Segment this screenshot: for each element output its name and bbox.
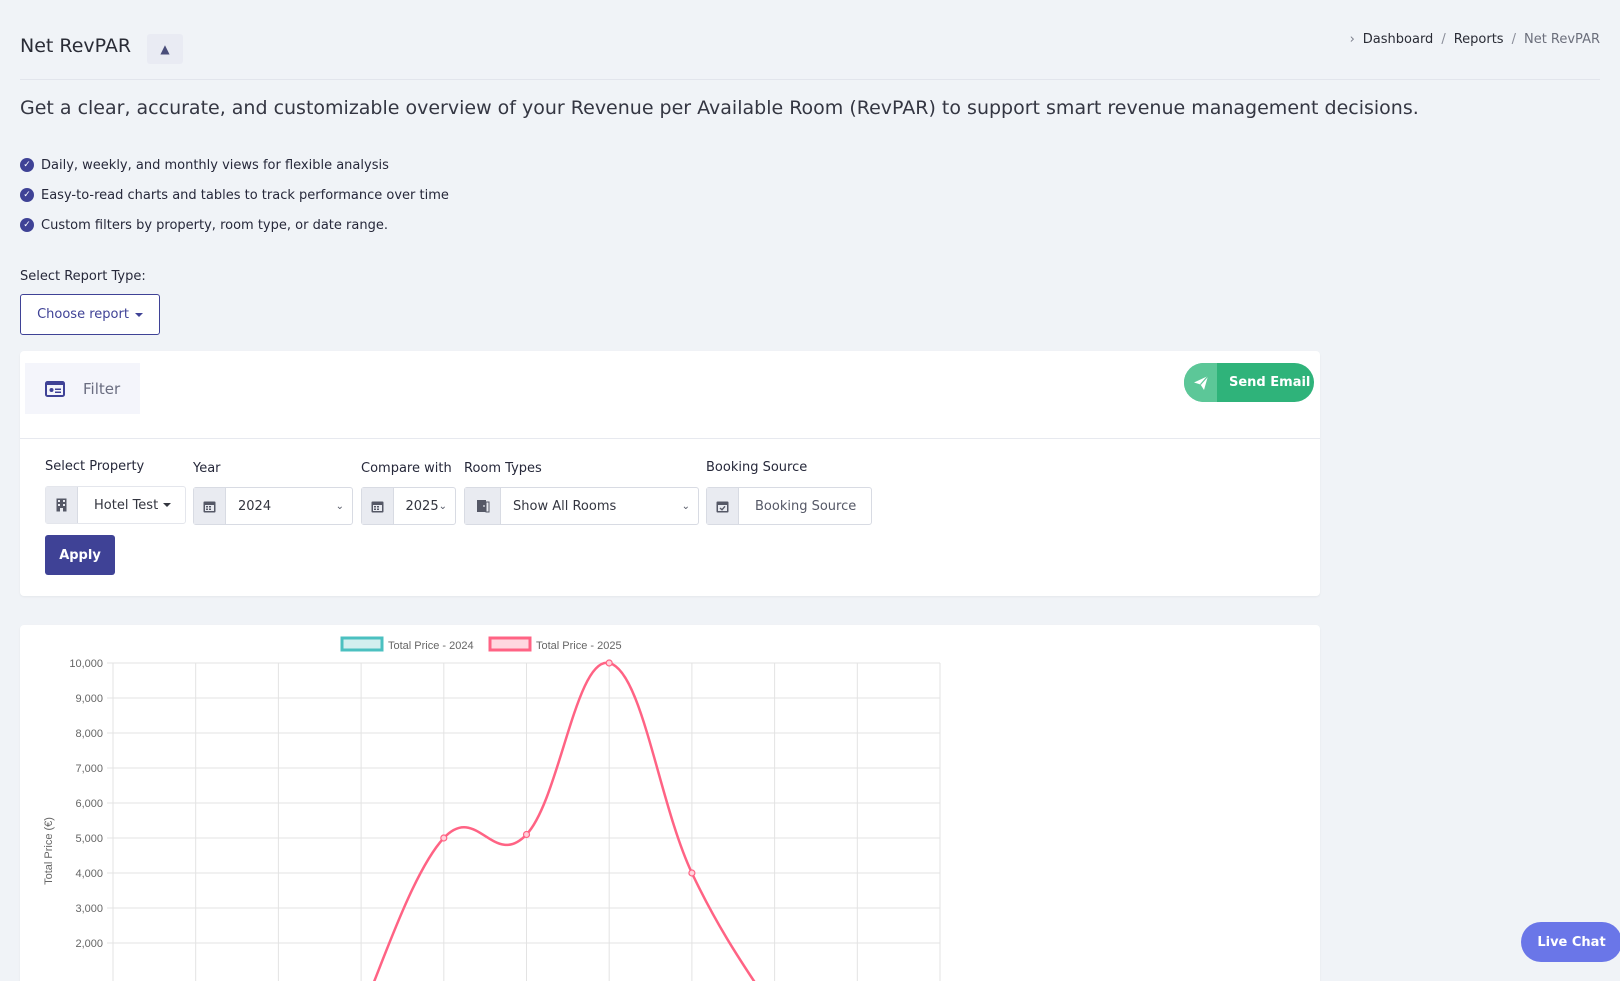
room-types-select[interactable]: Show All Rooms ⌄ (464, 487, 699, 525)
chart-grid (107, 662, 941, 981)
year-select[interactable]: 2024 ⌄ (193, 487, 353, 525)
compare-value: 2025 (405, 498, 439, 514)
caret-down-icon (163, 503, 172, 507)
feature-list: ✓ Daily, weekly, and monthly views for f… (20, 150, 449, 240)
calendar-icon (362, 488, 394, 524)
feature-text: Daily, weekly, and monthly views for fle… (41, 157, 389, 173)
card-divider (20, 438, 1320, 439)
data-point (522, 830, 531, 839)
legend-label: Total Price - 2025 (536, 640, 622, 652)
filter-tab-label: Filter (83, 379, 121, 398)
feature-item: ✓ Easy-to-read charts and tables to trac… (20, 180, 449, 210)
data-point (688, 869, 696, 877)
caret-down-icon (134, 312, 143, 317)
breadcrumb-dashboard[interactable]: Dashboard (1363, 32, 1434, 47)
report-type-label: Select Report Type: (20, 269, 146, 284)
chevron-down-icon: ⌄ (681, 500, 690, 512)
revpar-line-chart: 2,000 3,000 4,000 5,000 6,000 7,000 8,000 9,000… (43, 636, 941, 981)
chart-legend: Total Price - 2024 Total Price - 2025 (340, 636, 622, 652)
feature-text: Custom filters by property, room type, o… (41, 217, 388, 233)
door-icon (465, 488, 501, 524)
y-tick-label: 2,000 (75, 938, 103, 950)
id-card-icon (45, 380, 65, 397)
choose-report-button[interactable]: Choose report (20, 294, 160, 335)
feature-text: Easy-to-read charts and tables to track … (41, 187, 449, 203)
y-axis-label: Total Price (€) (43, 817, 55, 885)
y-tick-label: 4,000 (75, 868, 103, 880)
calendar-icon (194, 488, 226, 524)
legend-swatch (488, 636, 532, 652)
apply-button[interactable]: Apply (45, 535, 115, 575)
send-email-label: Send Email (1229, 375, 1311, 390)
property-select[interactable]: Hotel Test (45, 486, 186, 524)
breadcrumb: › Dashboard / Reports / Net RevPAR (1350, 32, 1600, 47)
breadcrumb-reports[interactable]: Reports (1454, 32, 1504, 47)
data-point (440, 834, 448, 842)
legend-swatch (340, 636, 384, 652)
compare-label: Compare with (361, 461, 452, 476)
chart-series (373, 659, 756, 981)
live-chat-button[interactable]: Live Chat (1521, 922, 1620, 962)
y-tick-label: 3,000 (75, 903, 103, 915)
check-circle-icon: ✓ (20, 218, 34, 232)
y-tick-label: 6,000 (75, 798, 103, 810)
building-icon (46, 487, 78, 523)
paper-plane-icon (1184, 363, 1217, 402)
booking-source-label: Booking Source (706, 460, 808, 475)
breadcrumb-separator: / (1511, 32, 1516, 47)
legend-label: Total Price - 2024 (388, 640, 474, 652)
calendar-check-icon (707, 488, 739, 524)
feature-item: ✓ Custom filters by property, room type,… (20, 210, 449, 240)
check-circle-icon: ✓ (20, 188, 34, 202)
property-value: Hotel Test (94, 497, 159, 513)
choose-report-label: Choose report (37, 307, 129, 322)
send-email-button[interactable]: Send Email (1184, 363, 1314, 402)
collapse-button[interactable]: ▲ (147, 34, 183, 64)
y-axis-ticks: 2,000 3,000 4,000 5,000 6,000 7,000 8,000 9,000… (69, 658, 103, 950)
y-tick-label: 10,000 (69, 658, 103, 670)
y-tick-label: 8,000 (75, 728, 103, 740)
intro-headline: Get a clear, accurate, and customizable … (20, 97, 1419, 119)
compare-select[interactable]: 2025 ⌄ (361, 487, 456, 525)
feature-item: ✓ Daily, weekly, and monthly views for f… (20, 150, 449, 180)
chevron-down-icon: ⌄ (438, 500, 447, 512)
chevron-right-icon: › (1349, 32, 1355, 47)
page-header: Net RevPAR ▲ › Dashboard / Reports / Net… (20, 32, 1600, 80)
filter-card: Filter Send Email Select Property Year C… (20, 351, 1320, 596)
check-circle-icon: ✓ (20, 158, 34, 172)
breadcrumb-current: Net RevPAR (1523, 32, 1600, 47)
booking-source-value: Booking Source (755, 498, 857, 514)
year-value: 2024 (238, 498, 272, 514)
breadcrumb-separator: / (1441, 32, 1446, 47)
y-tick-label: 7,000 (75, 763, 103, 775)
booking-source-select[interactable]: Booking Source (706, 487, 872, 525)
property-value-wrap: Hotel Test (78, 498, 185, 513)
y-tick-label: 9,000 (75, 693, 103, 705)
year-label: Year (193, 461, 221, 476)
page-title: Net RevPAR (20, 35, 132, 57)
room-types-label: Room Types (464, 461, 542, 476)
room-types-value: Show All Rooms (513, 498, 617, 514)
tab-filter[interactable]: Filter (25, 363, 140, 414)
property-label: Select Property (45, 459, 145, 474)
data-point (605, 659, 613, 667)
chart-card: 2,000 3,000 4,000 5,000 6,000 7,000 8,000 9,000… (20, 625, 1320, 981)
series-line (373, 661, 756, 981)
y-tick-label: 5,000 (75, 833, 103, 845)
chevron-down-icon: ⌄ (335, 500, 344, 512)
